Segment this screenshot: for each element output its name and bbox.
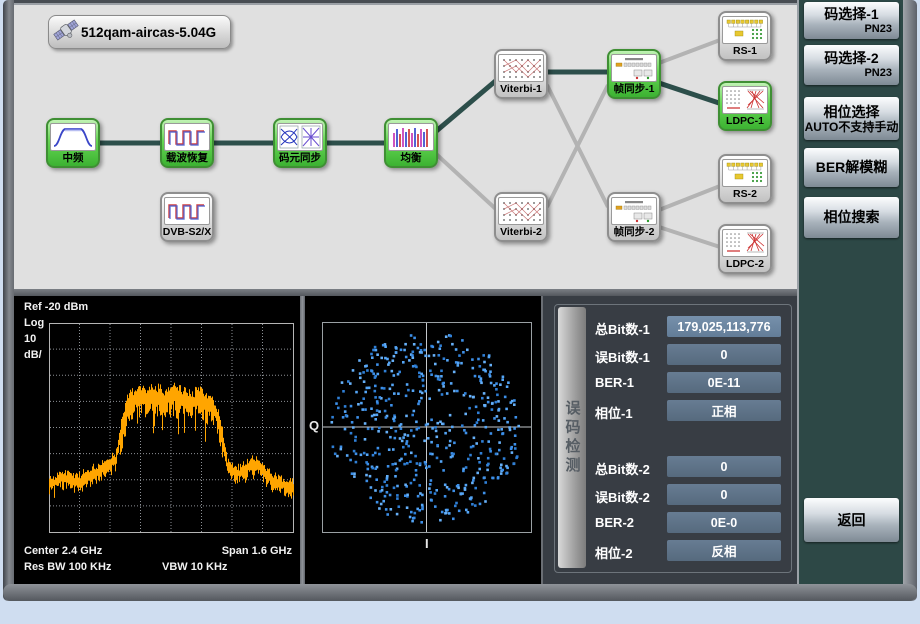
ber-row-label: 相位-2 [595,543,633,562]
ber-value-field: 0 [667,456,781,477]
flow-node-rs2[interactable]: RS-2 [718,154,772,204]
window-frame-right [903,0,917,601]
ber-row-label: 误Bit数-1 [595,347,650,366]
signal-title-button[interactable]: 512qam-aircas-5.04G [48,15,231,49]
sidebar-button-4[interactable]: BER解模糊 [804,148,899,187]
flow-node-label: Viterbi-2 [500,225,542,240]
ber-value-field: 179,025,113,776 [667,316,781,337]
equalizer-icon [388,123,434,151]
ber-value-field: 正相 [667,400,781,421]
ber-value-field: 0 [667,344,781,365]
frame-icon [611,197,657,225]
flow-node-label: 均衡 [401,151,422,166]
ber-row-label: 总Bit数-2 [595,459,650,478]
bandpass-icon [50,123,96,151]
sidebar-button-3[interactable]: 相位选择AUTO不支持手动 [804,97,899,140]
sidebar-button-label: 返回 [804,512,899,529]
flow-node-fs2[interactable]: 帧同步-2 [607,192,661,242]
app-window: 中频 载波恢复 码元同步 均衡 DVB-S2/X Viterbi-1 Viterbi-2 帧同… [0,0,920,624]
sidebar-button-label: 相位搜索 [804,209,899,226]
spectrum-rbw-label: Res BW 100 KHz [24,561,111,573]
flow-node-label: RS-2 [733,187,757,202]
sidebar-button-label: 码选择-1 [804,6,899,23]
flow-node-label: 帧同步-1 [614,82,655,97]
sidebar-button-2[interactable]: 码选择-2PN23 [804,45,899,85]
flow-node-eq[interactable]: 均衡 [384,118,438,168]
flow-node-vit1[interactable]: Viterbi-1 [494,49,548,99]
ldpc-icon [722,229,768,257]
ber-row-label: 总Bit数-1 [595,319,650,338]
flow-node-label: RS-1 [733,44,757,59]
i-axis-label: I [425,536,429,551]
ber-row-label: 误Bit数-2 [595,487,650,506]
constellation-plot [322,322,533,534]
ber-row-label: 相位-1 [595,403,633,422]
ber-value-field: 0E-0 [667,512,781,533]
ber-panel-title-tab: 误码检测 [558,307,586,568]
sidebar-button-1[interactable]: 码选择-1PN23 [804,2,899,39]
flow-node-if[interactable]: 中频 [46,118,100,168]
trellis-icon [498,197,544,225]
flow-node-symsync[interactable]: 码元同步 [273,118,327,168]
flow-node-ldpc2[interactable]: LDPC-2 [718,224,772,274]
spectrum-vbw-label: VBW 10 KHz [162,561,227,573]
flow-node-label: LDPC-1 [726,114,764,129]
flow-node-label: 码元同步 [279,151,321,166]
q-axis-label: Q [309,418,319,433]
flow-node-label: DVB-S2/X [163,225,211,240]
flow-node-carrier[interactable]: 载波恢复 [160,118,214,168]
ber-panel-title: 误码检测 [562,400,583,476]
ber-value-field: 0 [667,484,781,505]
sidebar-button-label: 码选择-2 [804,50,899,67]
flow-node-ldpc1[interactable]: LDPC-1 [718,81,772,131]
squarewave-icon [164,197,210,225]
flow-node-rs1[interactable]: RS-1 [718,11,772,61]
flow-node-vit2[interactable]: Viterbi-2 [494,192,548,242]
sidebar-button-sublabel: AUTO不支持手动 [804,121,899,134]
sidebar-button-label: 相位选择 [804,104,899,121]
spectrum-ref-label: Ref -20 dBm [24,301,88,313]
flow-node-fs1[interactable]: 帧同步-1 [607,49,661,99]
horizontal-divider [14,289,797,296]
sidebar: 码选择-1PN23码选择-2PN23相位选择AUTO不支持手动BER解模糊相位搜… [797,0,903,584]
flow-node-label: 帧同步-2 [614,225,655,240]
sidebar-button-5[interactable]: 相位搜索 [804,197,899,238]
sidebar-button-6[interactable]: 返回 [804,498,899,542]
ldpc-icon [722,86,768,114]
spectrum-center-label: Center 2.4 GHz [24,545,102,557]
flow-node-label: 载波恢复 [166,151,208,166]
sidebar-button-sublabel: PN23 [804,67,899,80]
ber-value-field: 反相 [667,540,781,561]
flow-node-label: Viterbi-1 [500,82,542,97]
flow-node-dvb[interactable]: DVB-S2/X [160,192,214,242]
spectrum-log-label: Log [24,317,44,329]
spectrum-scale-label: 10 [24,333,36,345]
rs-icon [722,16,768,44]
eye-icon [277,123,323,151]
spectrum-panel: Ref -20 dBm Log 10 dB/ Center 2.4 GHz Sp… [14,296,300,584]
flow-node-label: 中频 [63,151,84,166]
spectrum-plot [49,323,294,533]
trellis-icon [498,54,544,82]
spectrum-unit-label: dB/ [24,349,42,361]
ber-row-label: BER-2 [595,515,634,530]
signal-title-label: 512qam-aircas-5.04G [81,25,216,40]
ber-panel: 误码检测 总Bit数-1 179,025,113,776 误Bit数-1 0 BER-1… [541,296,797,584]
frame-icon [611,54,657,82]
constellation-panel: Q I [305,296,541,584]
rs-icon [722,159,768,187]
flow-node-label: LDPC-2 [726,257,764,272]
satellite-icon [53,17,79,48]
ber-row-label: BER-1 [595,375,634,390]
window-frame-bottom [3,584,917,601]
spectrum-span-label: Span 1.6 GHz [222,545,292,557]
squarewave-icon [164,123,210,151]
window-frame-left [3,0,14,601]
sidebar-button-sublabel: PN23 [804,23,899,36]
ber-value-field: 0E-11 [667,372,781,393]
spectrum-trace [50,383,294,499]
sidebar-button-label: BER解模糊 [804,159,899,176]
